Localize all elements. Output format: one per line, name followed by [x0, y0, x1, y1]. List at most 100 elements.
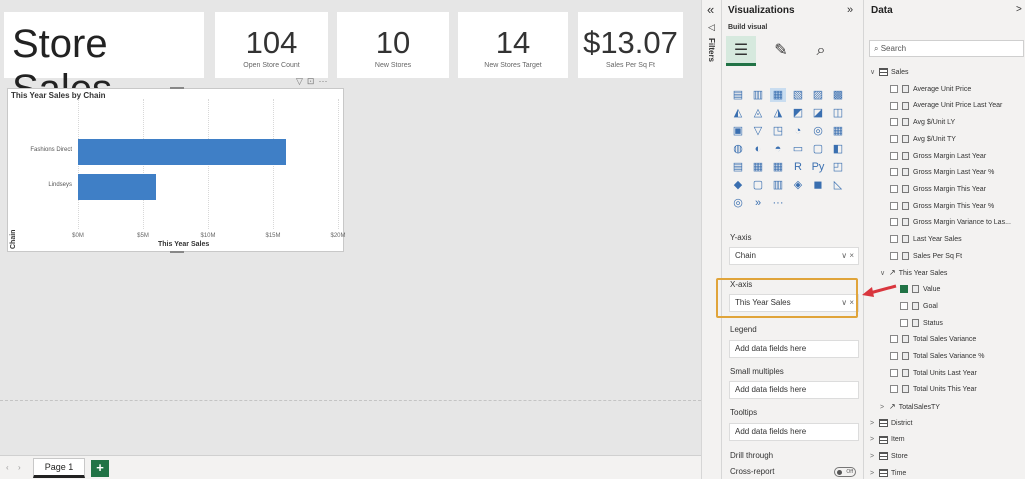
table-row[interactable]: > District	[870, 416, 912, 432]
multi-row-card-icon[interactable]: ▢	[810, 142, 826, 156]
shape-map-icon[interactable]: ◓	[770, 142, 786, 156]
chevron-down-icon[interactable]: ∨	[870, 65, 879, 81]
kpi-total-sales-ty[interactable]: > ↗ TotalSalesTY	[880, 399, 940, 415]
stacked-area-icon[interactable]: ◮	[770, 106, 786, 120]
table-sales[interactable]: ∨ Sales	[870, 65, 909, 81]
line-stacked-icon[interactable]: ◪	[810, 106, 826, 120]
field-checkbox[interactable]	[890, 134, 898, 143]
narrative-icon[interactable]: ▥	[770, 178, 786, 192]
waterfall-icon[interactable]: ▣	[730, 124, 746, 138]
filter-icon[interactable]: ▽	[296, 76, 303, 86]
kpi-card-new-stores[interactable]: 10 New Stores	[337, 12, 449, 78]
field-checkbox[interactable]	[890, 335, 898, 344]
field-row[interactable]: Average Unit Price Last Year	[890, 98, 1002, 114]
slicer-icon[interactable]: ▤	[730, 160, 746, 174]
field-row[interactable]: Total Sales Variance %	[890, 349, 984, 365]
kpi-field-row[interactable]: Status	[900, 316, 943, 332]
field-checkbox[interactable]	[890, 101, 898, 110]
kpi-field-row[interactable]: Goal	[900, 299, 938, 315]
field-row[interactable]: Avg $/Unit TY	[890, 132, 956, 148]
field-row[interactable]: Total Units Last Year	[890, 366, 977, 382]
matrix-icon[interactable]: ▦	[770, 160, 786, 174]
field-row[interactable]: Gross Margin This Year %	[890, 199, 994, 215]
goals-icon[interactable]: ◈	[790, 178, 806, 192]
field-row[interactable]: Last Year Sales	[890, 232, 962, 248]
field-checkbox[interactable]	[890, 168, 898, 177]
donut-icon[interactable]: ◎	[810, 124, 826, 138]
table-row[interactable]: > Time	[870, 466, 906, 479]
line-column-icon[interactable]: ◩	[790, 106, 806, 120]
field-checkbox[interactable]	[890, 235, 898, 244]
next-page-icon[interactable]: ›	[18, 463, 21, 472]
field-row[interactable]: Average Unit Price	[890, 82, 971, 98]
power-automate-icon[interactable]: ◎	[730, 196, 746, 210]
small-multiples-field-well[interactable]: Add data fields here	[729, 381, 859, 399]
build-visual-tab[interactable]: ☰	[726, 36, 756, 66]
field-checkbox[interactable]	[900, 301, 908, 310]
resize-handle[interactable]	[170, 87, 184, 89]
chart-bar[interactable]	[78, 174, 156, 200]
power-apps-icon[interactable]: ◺	[830, 178, 846, 192]
field-checkbox[interactable]	[890, 84, 898, 93]
field-row[interactable]: Gross Margin Variance to Las...	[890, 215, 1011, 231]
key-influencers-icon[interactable]: ◰	[830, 160, 846, 174]
filters-label[interactable]: Filters	[707, 38, 716, 62]
field-checkbox[interactable]	[890, 352, 898, 361]
chevron-right-icon[interactable]: >	[880, 400, 889, 416]
stacked-bar-icon[interactable]: ▤	[730, 88, 746, 102]
format-visual-tab[interactable]: ✎	[766, 36, 796, 66]
python-visual-icon[interactable]: Py	[810, 160, 826, 174]
line-icon[interactable]: ◭	[730, 106, 746, 120]
field-row[interactable]: Total Sales Variance	[890, 332, 976, 348]
field-row[interactable]: Gross Margin Last Year %	[890, 165, 994, 181]
area-icon[interactable]: ◬	[750, 106, 766, 120]
chevron-down-icon[interactable]: ∨	[880, 266, 889, 282]
table-row[interactable]: > Store	[870, 449, 908, 465]
r-visual-icon[interactable]: R	[790, 160, 806, 174]
page-tab[interactable]: Page 1	[33, 458, 85, 478]
clustered-column-icon[interactable]: ▧	[790, 88, 806, 102]
field-row[interactable]: Gross Margin Last Year	[890, 149, 986, 165]
y-axis-field-well[interactable]: Chain ∨ ×	[729, 247, 859, 265]
kpi-card-sales-per-sq-ft[interactable]: $13.07 Sales Per Sq Ft	[578, 12, 683, 78]
field-checkbox[interactable]	[890, 185, 898, 194]
field-checkbox[interactable]	[890, 118, 898, 127]
decomposition-icon[interactable]: ◆	[730, 178, 746, 192]
previous-page-icon[interactable]: ‹	[6, 463, 9, 472]
field-checkbox[interactable]	[890, 251, 898, 260]
ribbon-icon[interactable]: ◫	[830, 106, 846, 120]
kpi-icon[interactable]: ◧	[830, 142, 846, 156]
table-row[interactable]: > Item	[870, 432, 905, 448]
filled-map-icon[interactable]: ◐	[750, 142, 766, 156]
chevron-right-icon[interactable]: >	[870, 449, 879, 465]
qa-icon[interactable]: ▢	[750, 178, 766, 192]
tooltips-field-well[interactable]: Add data fields here	[729, 423, 859, 441]
well-field-controls[interactable]: ∨ ×	[841, 248, 854, 264]
collapse-data-icon[interactable]: >	[1016, 4, 1022, 15]
card-icon[interactable]: ▭	[790, 142, 806, 156]
title-card[interactable]: Store Sales	[4, 12, 204, 111]
stacked-column-icon[interactable]: ▥	[750, 88, 766, 102]
bar-chart-visual[interactable]: This Year Sales by Chain Chain This Year…	[7, 88, 346, 252]
pie-icon[interactable]: ◔	[790, 124, 806, 138]
100-bar-icon[interactable]: ▨	[810, 88, 826, 102]
field-checkbox[interactable]	[890, 218, 898, 227]
expand-filters-icon[interactable]: «	[707, 2, 714, 17]
add-page-button[interactable]: +	[91, 460, 109, 477]
more-visuals-icon[interactable]: »	[750, 196, 766, 210]
resize-handle[interactable]	[170, 251, 184, 253]
field-row[interactable]: Total Units This Year	[890, 382, 977, 398]
100-column-icon[interactable]: ▩	[830, 88, 846, 102]
kpi-card-open-store-count[interactable]: 104 Open Store Count	[215, 12, 328, 78]
scatter-icon[interactable]: ◳	[770, 124, 786, 138]
field-checkbox[interactable]	[890, 151, 898, 160]
field-checkbox[interactable]	[900, 285, 908, 294]
kpi-field-row[interactable]: Value	[900, 282, 940, 298]
map-icon[interactable]: ◍	[730, 142, 746, 156]
clustered-bar-icon[interactable]: ▦	[770, 88, 786, 102]
chevron-right-icon[interactable]: >	[870, 466, 879, 479]
funnel-icon[interactable]: ▽	[750, 124, 766, 138]
data-search-input[interactable]: ⌕ Search	[869, 40, 1024, 57]
cross-report-toggle[interactable]: Off	[834, 467, 856, 477]
field-row[interactable]: Gross Margin This Year	[890, 182, 986, 198]
